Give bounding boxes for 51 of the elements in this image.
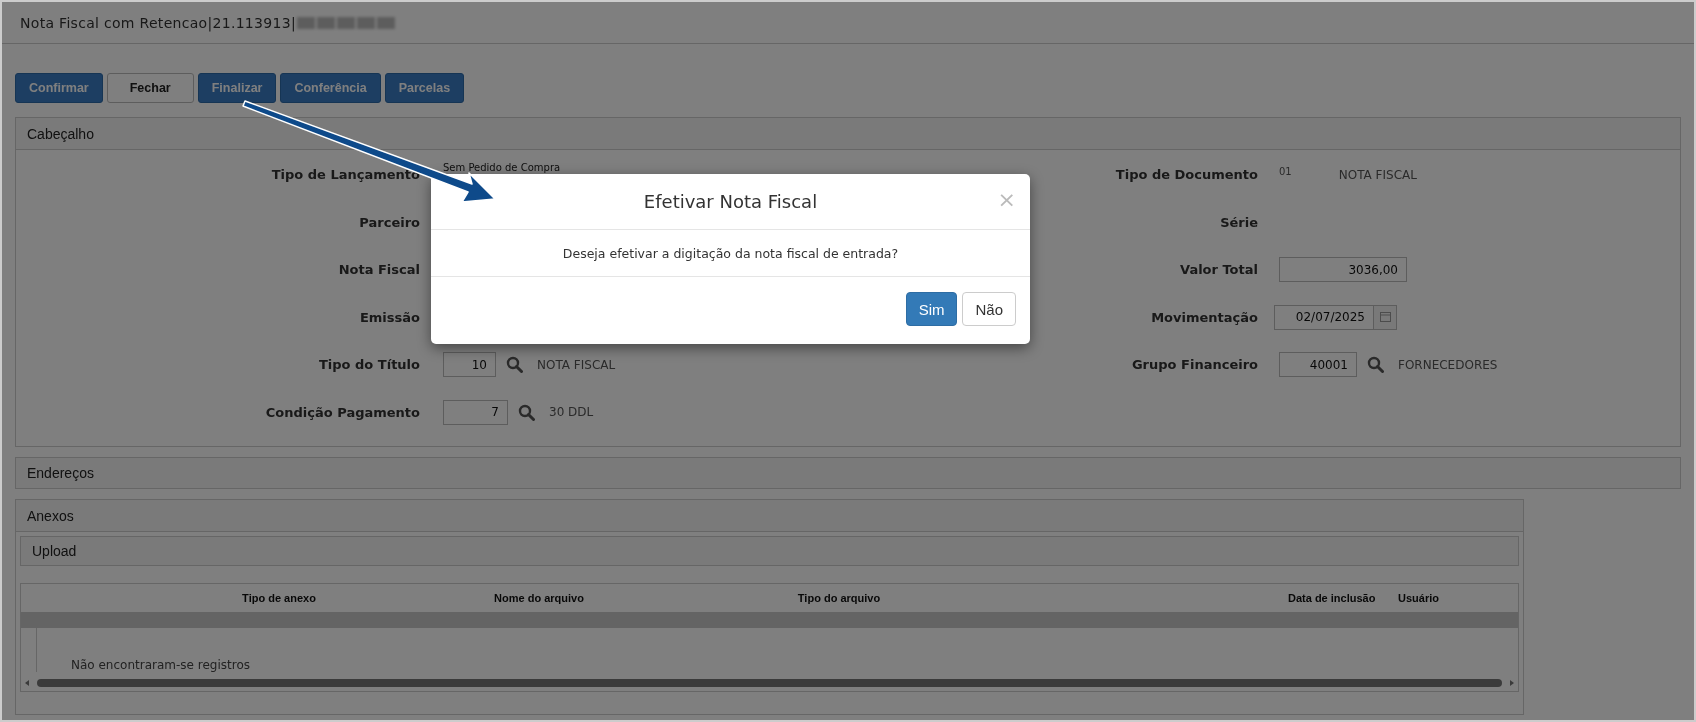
input-field[interactable]: 7 <box>443 399 508 425</box>
input-field[interactable]: 3036,00 <box>1279 257 1407 283</box>
column-header[interactable]: Tipo do arquivo <box>699 592 979 604</box>
field-label: Emissão <box>359 309 420 325</box>
field-label: Condição Pagamento <box>265 404 420 420</box>
column-header[interactable]: Tipo de anexo <box>179 592 379 604</box>
panel-header[interactable]: Anexos <box>16 500 1523 532</box>
toolbar-button[interactable]: Fechar <box>106 73 194 103</box>
column-header[interactable]: Usuário <box>1398 592 1478 604</box>
window-title: Nota Fiscal com Retencao|21.113913| <box>20 14 296 31</box>
field-value: NOTA FISCAL <box>1338 167 1417 182</box>
column-header[interactable]: Data de inclusão <box>1288 592 1398 604</box>
dialog-button[interactable]: Não <box>962 292 1016 326</box>
input-field[interactable]: 10 <box>443 352 496 378</box>
upload-header[interactable]: Upload <box>20 536 1519 566</box>
search-icon[interactable] <box>1367 356 1384 374</box>
field-label: Grupo Financeiro <box>1131 357 1258 373</box>
field-label: Parceiro <box>359 214 420 230</box>
empty-message: Não encontraram-se registros <box>36 628 1518 672</box>
toolbar-button[interactable]: Confirmar <box>15 73 103 103</box>
dialog-button[interactable]: Sim <box>905 292 958 326</box>
field-label: Valor Total <box>1180 262 1258 278</box>
column-header[interactable]: Nome do arquivo <box>429 592 649 604</box>
panel-title: Endereços <box>26 465 94 481</box>
field-label: Série <box>1220 214 1258 230</box>
toolbar-button[interactable]: Conferência <box>280 73 381 103</box>
field-label: Nota Fiscal <box>338 262 420 278</box>
field-label: Tipo de Lançamento <box>271 167 420 183</box>
calendar-button[interactable] <box>1374 304 1397 330</box>
field-label: Tipo de Documento <box>1115 167 1258 183</box>
field-label: Movimentação <box>1151 309 1258 325</box>
panel-title: Anexos <box>26 507 74 524</box>
panel-title: Cabeçalho <box>26 125 94 142</box>
dialog-title: Efetivar Nota Fiscal <box>643 191 818 212</box>
field-label: Tipo do Título <box>318 357 420 373</box>
field-description: FORNECEDORES <box>1398 357 1498 372</box>
toolbar-button[interactable]: Finalizar <box>197 73 277 103</box>
panel-header[interactable]: Endereços <box>16 458 1680 488</box>
toolbar-button[interactable]: Parcelas <box>384 73 465 103</box>
panel-title: Upload <box>31 543 77 559</box>
search-icon[interactable] <box>518 403 535 421</box>
field-value: Sem Pedido de Compra <box>443 162 561 174</box>
search-icon[interactable] <box>506 356 523 374</box>
input-field[interactable]: 40001 <box>1279 352 1357 378</box>
field-value: 01 <box>1279 166 1292 178</box>
date-field[interactable]: 02/07/2025 <box>1274 304 1374 330</box>
panel-header[interactable]: Cabeçalho <box>16 118 1680 150</box>
field-description: 30 DDL <box>549 405 594 420</box>
dialog-message: Deseja efetivar a digitação da nota fiscal de entrada? <box>562 245 899 261</box>
calendar-icon <box>1379 312 1391 323</box>
field-description: NOTA FISCAL <box>537 357 616 372</box>
